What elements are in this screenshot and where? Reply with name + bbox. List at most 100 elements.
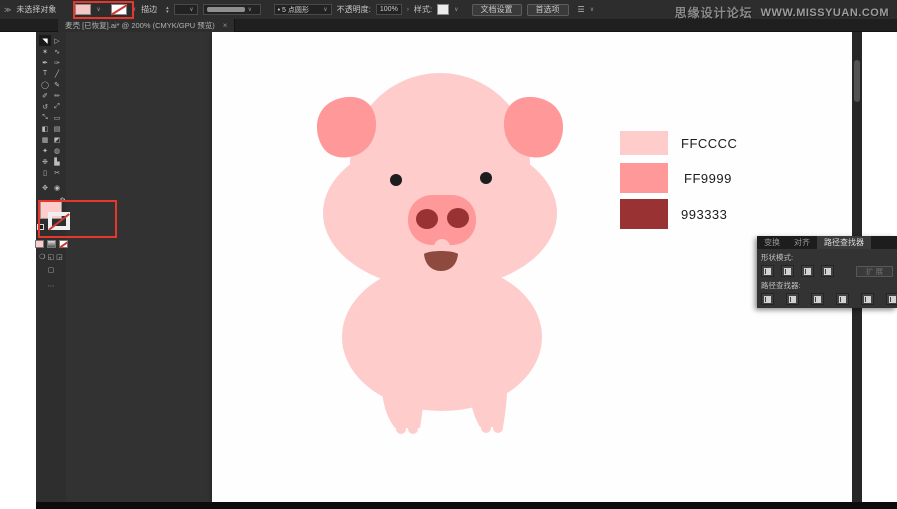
eyedropper-tool-icon[interactable]: ✦ (39, 145, 51, 156)
palette-row: FF9999 (620, 163, 732, 193)
style-swatch[interactable] (437, 4, 449, 15)
gradient-button[interactable] (47, 240, 56, 248)
line-tool-icon[interactable]: ╱ (51, 68, 63, 79)
pig-left-nostril[interactable] (416, 209, 438, 229)
pig-right-nostril[interactable] (447, 208, 469, 228)
brush-dropdown-icon[interactable]: ∨ (323, 6, 327, 13)
pig-left-eye[interactable] (390, 174, 402, 186)
screen-mode-icon[interactable]: ▢ (48, 266, 55, 274)
paintbrush-tool-icon[interactable]: ✐ (39, 90, 51, 101)
palette-label-ff9999[interactable]: FF9999 (684, 171, 732, 186)
color-button[interactable] (35, 240, 44, 248)
palette-swatch-993333[interactable] (620, 199, 668, 229)
ellipse-tool-icon[interactable]: ◯ (39, 79, 51, 90)
arrange-documents-icon[interactable]: ☰ (578, 5, 585, 14)
merge-icon[interactable] (811, 293, 824, 305)
pen-tool-icon[interactable]: ✒ (39, 57, 51, 68)
unite-icon[interactable] (761, 265, 774, 277)
opacity-more-icon[interactable]: › (407, 7, 409, 13)
pathfinder-panel-tabs: 变换 对齐 路径查找器 (757, 236, 897, 249)
illustrator-window: ≫ 未选择对象 ∨ ∨ 描边 ▴ ▾ ∨ ∨ • 5 点圆形 ∨ 不透明度: 1… (0, 0, 897, 509)
intersect-icon[interactable] (801, 265, 814, 277)
brush-definition-field[interactable]: • 5 点圆形 ∨ (274, 4, 332, 15)
minus-front-icon[interactable] (781, 265, 794, 277)
stroke-weight-dropdown-icon[interactable]: ∨ (189, 6, 193, 13)
stroke-weight-stepper[interactable]: ▴ ▾ (166, 6, 169, 14)
pig-right-hoof-toe[interactable] (481, 423, 491, 433)
arrange-documents-dropdown-icon[interactable]: ∨ (590, 6, 594, 13)
annotation-box-fill-stroke-controls (73, 1, 134, 19)
palette-label-ffcccc[interactable]: FFCCCC (681, 136, 737, 151)
symbol-sprayer-tool-icon[interactable]: ❉ (39, 156, 51, 167)
style-dropdown-icon[interactable]: ∨ (454, 6, 458, 13)
outline-icon[interactable] (861, 293, 874, 305)
document-tab-title: 麦壳 [已恢复].ai* @ 200% (CMYK/GPU 预览) (65, 20, 215, 31)
pig-left-hoof-toe[interactable] (396, 424, 406, 434)
divide-icon[interactable] (761, 293, 774, 305)
shape-modes-row: 扩 展 (761, 265, 893, 277)
artboard-tool-icon[interactable]: ▯ (39, 167, 51, 178)
hand-tool-icon[interactable]: ✥ (39, 182, 51, 193)
perspective-grid-tool-icon[interactable]: ▤ (51, 123, 63, 134)
width-profile-preview (207, 7, 245, 12)
curvature-tool-icon[interactable]: ✑ (51, 57, 63, 68)
preferences-button[interactable]: 首选项 (527, 4, 569, 16)
free-transform-tool-icon[interactable]: ▭ (51, 112, 63, 123)
gradient-tool-icon[interactable]: ◩ (51, 134, 63, 145)
palette-swatch-ffcccc[interactable] (620, 131, 668, 155)
pig-right-hoof-toe[interactable] (493, 423, 503, 433)
stepper-down-icon[interactable]: ▾ (166, 10, 169, 14)
palette-label-993333[interactable]: 993333 (681, 207, 727, 222)
document-setup-button[interactable]: 文档设置 (472, 4, 522, 16)
tab-close-icon[interactable]: × (223, 21, 228, 30)
pig-left-hoof-toe[interactable] (408, 424, 418, 434)
shape-builder-tool-icon[interactable]: ◧ (39, 123, 51, 134)
graph-tool-icon[interactable]: ▙ (51, 156, 63, 167)
width-tool-icon[interactable]: ⤡ (39, 112, 51, 123)
blend-tool-icon[interactable]: ◍ (51, 145, 63, 156)
palette-swatch-ff9999[interactable] (620, 163, 668, 193)
tab-align[interactable]: 对齐 (787, 236, 817, 249)
pencil-tool-icon[interactable]: ✎ (51, 79, 63, 90)
overflow-chevron-icon[interactable]: ≫ (4, 6, 11, 14)
shaper-tool-icon[interactable]: ✏ (51, 90, 63, 101)
edit-toolbar-dots-icon[interactable]: ⋯ (48, 282, 55, 290)
exclude-icon[interactable] (821, 265, 834, 277)
expand-button[interactable]: 扩 展 (856, 266, 893, 277)
vertical-scrollbar-thumb[interactable] (854, 60, 860, 102)
lasso-tool-icon[interactable]: ∿ (51, 46, 63, 57)
minus-back-icon[interactable] (886, 293, 897, 305)
drawing-modes[interactable]: ❍ ◱ ◲ (39, 253, 62, 261)
opacity-value: 100% (380, 6, 398, 13)
pathfinders-label: 路径查找器: (761, 280, 893, 291)
watermark-site-url: WWW.MISSYUAN.COM (761, 7, 889, 19)
width-profile-dropdown-icon[interactable]: ∨ (248, 6, 252, 13)
shape-modes-label: 形状模式: (761, 252, 893, 263)
magic-wand-tool-icon[interactable]: ✶ (39, 46, 51, 57)
type-tool-icon[interactable]: T (39, 68, 51, 79)
palette-row: FFCCCC (620, 131, 737, 155)
nav-tools: ✥ ◉ (39, 182, 63, 193)
stroke-weight-field[interactable]: ∨ (174, 4, 198, 15)
style-label: 样式: (414, 4, 432, 15)
mesh-tool-icon[interactable]: ▦ (39, 134, 51, 145)
opacity-field[interactable]: 100% (376, 4, 402, 15)
none-button[interactable] (59, 240, 68, 248)
tab-pathfinder[interactable]: 路径查找器 (817, 236, 871, 249)
selection-tool-icon[interactable]: ◥ (39, 35, 51, 46)
scale-tool-icon[interactable]: ⤢ (51, 101, 63, 112)
left-page-margin (0, 32, 36, 509)
width-profile-field[interactable]: ∨ (203, 4, 261, 15)
direct-selection-tool-icon[interactable]: ▷ (51, 35, 63, 46)
slice-tool-icon[interactable]: ✂ (51, 167, 63, 178)
rotate-tool-icon[interactable]: ↺ (39, 101, 51, 112)
document-tab[interactable]: 麦壳 [已恢复].ai* @ 200% (CMYK/GPU 预览) × (58, 19, 235, 32)
brush-definition-value: • 5 点圆形 (278, 5, 309, 15)
trim-icon[interactable] (786, 293, 799, 305)
crop-icon[interactable] (836, 293, 849, 305)
tab-transform[interactable]: 变换 (757, 236, 787, 249)
watermark-site-name: 思缘设计论坛 (675, 4, 753, 21)
zoom-tool-icon[interactable]: ◉ (51, 182, 63, 193)
pig-body-shape[interactable] (342, 263, 542, 411)
pig-right-eye[interactable] (480, 172, 492, 184)
